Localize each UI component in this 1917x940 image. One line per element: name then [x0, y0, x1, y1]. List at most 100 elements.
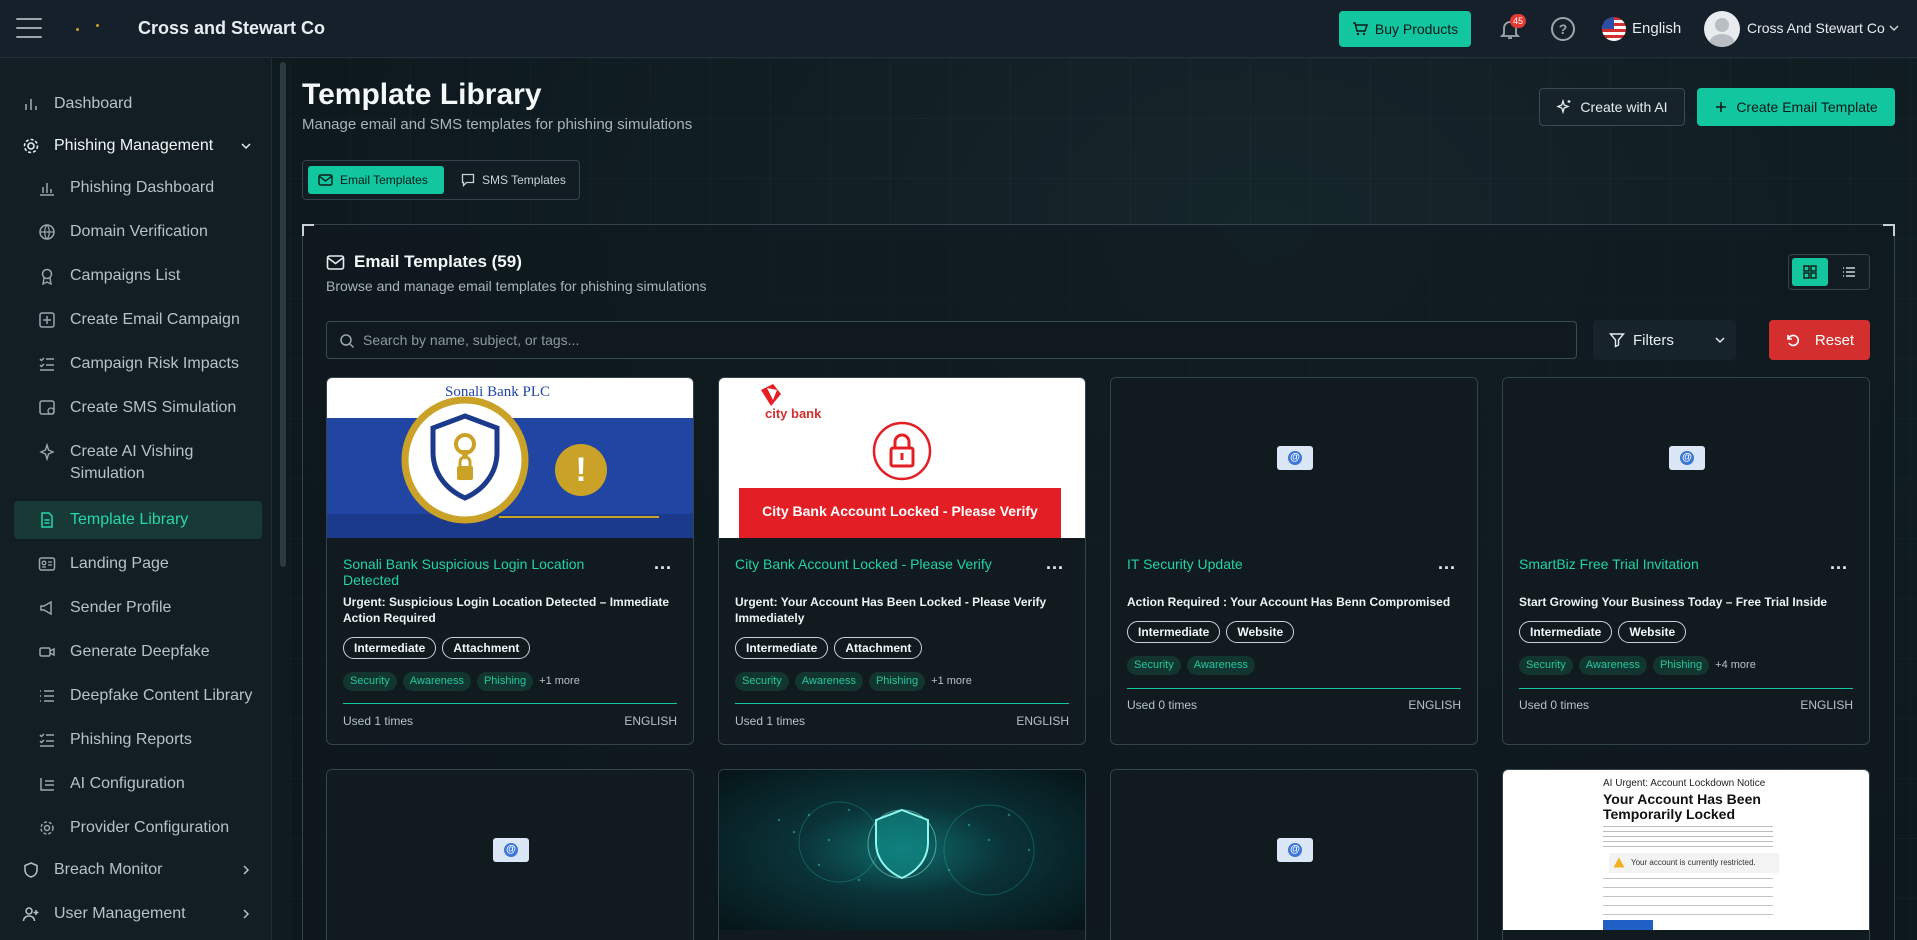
- tag-list: Security Awareness Phishing +4 more: [1519, 655, 1756, 675]
- template-title[interactable]: IT Security Update: [1127, 556, 1427, 572]
- template-card[interactable]: [718, 769, 1086, 940]
- more-options-icon[interactable]: ...: [1438, 554, 1456, 572]
- buy-products-button[interactable]: Buy Products: [1339, 11, 1471, 47]
- user-name[interactable]: Cross And Stewart Co: [1747, 20, 1885, 36]
- usage-count: Used 0 times: [1519, 698, 1590, 712]
- sidebar-item-label: Domain Verification: [70, 223, 208, 240]
- filters-dropdown[interactable]: Filters: [1593, 320, 1736, 360]
- sidebar-item-breach-monitor[interactable]: Breach Monitor: [14, 851, 262, 889]
- tab-label: SMS Templates: [482, 173, 566, 187]
- sidebar-item-ai-configuration[interactable]: AI Configuration: [14, 765, 262, 803]
- tag: Security: [1127, 655, 1181, 675]
- sidebar-item-provider-configuration[interactable]: Provider Configuration: [14, 809, 262, 847]
- email-placeholder-icon: @: [1277, 446, 1313, 470]
- sidebar-item-phishing-reports[interactable]: Phishing Reports: [14, 721, 262, 759]
- language-selector[interactable]: English: [1632, 20, 1681, 37]
- rotate-ccw-icon: [1787, 334, 1799, 347]
- tag-list: Security Awareness Phishing +1 more: [343, 671, 580, 691]
- difficulty-badge: Intermediate: [1519, 621, 1613, 643]
- template-pills: Intermediate Attachment: [735, 637, 923, 659]
- tag: Phishing: [1652, 655, 1710, 675]
- difficulty-badge: Intermediate: [343, 637, 437, 659]
- sidebar-item-campaign-risk-impacts[interactable]: Campaign Risk Impacts: [14, 345, 262, 383]
- usage-count: Used 1 times: [735, 714, 806, 728]
- plus-icon: [1716, 102, 1727, 112]
- template-card-lockdown[interactable]: AI Urgent: Account Lockdown Notice Your …: [1502, 769, 1870, 940]
- difficulty-badge: Intermediate: [735, 637, 829, 659]
- more-options-icon[interactable]: ...: [1830, 554, 1848, 572]
- template-card[interactable]: @: [326, 769, 694, 940]
- grid-view-button[interactable]: [1792, 258, 1828, 286]
- sidebar-item-label: Breach Monitor: [54, 861, 163, 878]
- sidebar-item-generate-deepfake[interactable]: Generate Deepfake: [14, 633, 262, 671]
- template-card-it-security[interactable]: @ IT Security Update ... Action Required…: [1110, 377, 1478, 745]
- create-with-ai-button[interactable]: Create with AI: [1539, 88, 1685, 126]
- help-icon[interactable]: ?: [1551, 17, 1575, 41]
- video-icon: [39, 647, 55, 657]
- tab-sms-templates[interactable]: SMS Templates: [451, 166, 577, 194]
- search-input[interactable]: [363, 322, 1563, 358]
- us-flag-icon[interactable]: [1602, 17, 1626, 41]
- sidebar-item-create-email-campaign[interactable]: Create Email Campaign: [14, 301, 262, 339]
- more-tags: +1 more: [539, 675, 580, 687]
- create-email-template-button[interactable]: Create Email Template: [1697, 88, 1895, 126]
- sidebar-scrollbar[interactable]: [280, 62, 286, 567]
- chevron-down-icon[interactable]: [1888, 22, 1900, 34]
- sidebar-item-phishing-dashboard[interactable]: Phishing Dashboard: [14, 169, 262, 207]
- reset-button[interactable]: Reset: [1769, 320, 1870, 360]
- sidebar-item-domain-verification[interactable]: Domain Verification: [14, 213, 262, 251]
- magnifier-shield-icon: [401, 396, 529, 524]
- sidebar-item-phishing-management[interactable]: Phishing Management: [14, 127, 262, 165]
- bar-chart-icon: [40, 183, 54, 196]
- template-card-sonali[interactable]: Sonali Bank PLC ! Sonali Bank Suspicious…: [326, 377, 694, 745]
- tab-email-templates[interactable]: Email Templates: [308, 166, 444, 194]
- template-card-city-bank[interactable]: city bank City Bank Account Locked - Ple…: [718, 377, 1086, 745]
- template-title[interactable]: Sonali Bank Suspicious Login Location De…: [343, 556, 643, 588]
- sidebar-item-template-library[interactable]: Template Library: [14, 501, 262, 539]
- more-options-icon[interactable]: ...: [654, 554, 672, 572]
- grid-icon: [1803, 265, 1817, 279]
- sidebar-item-create-sms-simulation[interactable]: Create SMS Simulation: [14, 389, 262, 427]
- template-language: ENGLISH: [624, 714, 677, 728]
- sparkles-icon: [1556, 99, 1571, 115]
- template-title[interactable]: SmartBiz Free Trial Invitation: [1519, 556, 1819, 572]
- tag: Awareness: [402, 671, 471, 691]
- sidebar-item-label: Template Library: [70, 511, 189, 528]
- sidebar-item-campaigns-list[interactable]: Campaigns List: [14, 257, 262, 295]
- template-card[interactable]: @: [1110, 769, 1478, 940]
- gear-icon: [40, 821, 54, 835]
- template-pills: Intermediate Attachment: [343, 637, 531, 659]
- create-with-ai-label: Create with AI: [1580, 99, 1668, 115]
- shield-icon: [24, 862, 38, 878]
- template-thumbnail: city bank City Bank Account Locked - Ple…: [719, 378, 1085, 538]
- sidebar-item-label: Sender Profile: [70, 599, 172, 616]
- template-thumbnail: AI Urgent: Account Lockdown Notice Your …: [1503, 770, 1869, 930]
- sidebar-item-deepfake-content-library[interactable]: Deepfake Content Library: [14, 677, 262, 715]
- filters-label: Filters: [1633, 331, 1674, 349]
- sparkles-icon: [39, 443, 55, 461]
- template-thumbnail: Sonali Bank PLC !: [327, 378, 693, 538]
- divider: [1127, 688, 1461, 689]
- panel-title: Email Templates (59): [354, 252, 522, 271]
- buy-products-label: Buy Products: [1374, 21, 1459, 37]
- template-card-smartbiz[interactable]: @ SmartBiz Free Trial Invitation ... Sta…: [1502, 377, 1870, 745]
- list-view-button[interactable]: [1831, 258, 1867, 286]
- sidebar-item-sender-profile[interactable]: Sender Profile: [14, 589, 262, 627]
- sidebar-item-label: Deepfake Content Library: [70, 687, 253, 704]
- sidebar-item-user-management[interactable]: User Management: [14, 895, 262, 933]
- tag: Security: [735, 671, 789, 691]
- menu-icon[interactable]: [16, 18, 42, 38]
- alert-icon: !: [555, 444, 607, 496]
- list-tree-icon: [40, 778, 54, 791]
- template-title[interactable]: City Bank Account Locked - Please Verify: [735, 556, 1035, 572]
- template-subject: Urgent: Your Account Has Been Locked - P…: [735, 595, 1047, 625]
- sidebar-item-landing-page[interactable]: Landing Page: [14, 545, 262, 583]
- sidebar-item-create-ai-vishing-simulation[interactable]: Create AI Vishing Simulation: [14, 433, 262, 489]
- alert-banner: City Bank Account Locked - Please Verify: [739, 488, 1061, 538]
- message-icon: [461, 173, 475, 187]
- sidebar-item-dashboard[interactable]: Dashboard: [14, 85, 262, 123]
- chevron-right-icon: [243, 909, 250, 919]
- avatar[interactable]: [1704, 11, 1740, 47]
- checklist-icon: [39, 357, 54, 371]
- more-options-icon[interactable]: ...: [1046, 554, 1064, 572]
